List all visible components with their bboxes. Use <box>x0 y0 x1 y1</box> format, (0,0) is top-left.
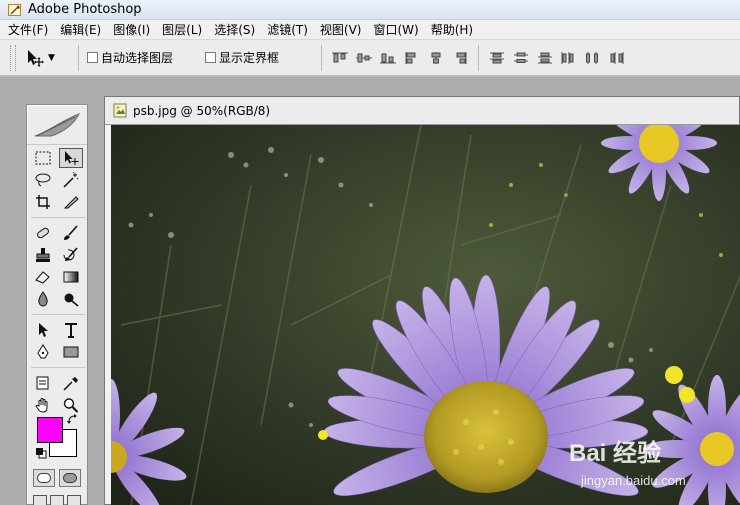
quick-mask-buttons <box>33 469 81 487</box>
rectangle-tool-icon[interactable] <box>59 342 83 362</box>
checkbox-box[interactable] <box>87 52 98 63</box>
tool-grid <box>27 145 87 415</box>
divider <box>31 311 85 315</box>
divider <box>321 44 323 71</box>
align-top-edges-icon[interactable] <box>330 49 350 67</box>
distribute-horizontal-centers-icon[interactable] <box>583 49 603 67</box>
menu-window[interactable]: 窗口(W) <box>373 21 418 38</box>
menu-file[interactable]: 文件(F) <box>8 21 48 38</box>
distribute-buttons <box>487 49 627 67</box>
document-title: psb.jpg @ 50%(RGB/8) <box>133 103 271 118</box>
feather-icon <box>34 112 81 136</box>
toolbox-feather-logo[interactable] <box>27 105 87 145</box>
align-bottom-edges-icon[interactable] <box>378 49 398 67</box>
show-bounding-box-checkbox[interactable]: 显示定界框 <box>205 49 279 66</box>
distribute-right-icon[interactable] <box>607 49 627 67</box>
align-vertical-centers-icon[interactable] <box>354 49 374 67</box>
align-left-edges-icon[interactable] <box>402 49 422 67</box>
clone-stamp-tool-icon[interactable] <box>31 245 55 265</box>
blur-tool-icon[interactable] <box>31 289 55 309</box>
history-brush-tool-icon[interactable] <box>59 245 83 265</box>
healing-brush-tool-icon[interactable] <box>31 223 55 243</box>
zoom-tool-icon[interactable] <box>59 395 83 415</box>
standard-screen-mode-icon[interactable] <box>33 495 47 505</box>
options-bar: ▼ 自动选择图层 显示定界框 <box>0 40 740 76</box>
marquee-tool-icon[interactable] <box>31 148 55 168</box>
pen-tool-icon[interactable] <box>31 342 55 362</box>
hand-tool-icon[interactable] <box>31 395 55 415</box>
foreground-color-swatch[interactable] <box>37 417 63 443</box>
type-tool-icon[interactable] <box>59 320 83 340</box>
image-document-icon <box>113 103 127 118</box>
move-tool-icon[interactable] <box>59 148 83 168</box>
menu-help[interactable]: 帮助(H) <box>431 21 473 38</box>
full-screen-mode-icon[interactable] <box>67 495 81 505</box>
toolbox <box>26 104 88 505</box>
eyedropper-tool-icon[interactable] <box>59 373 83 393</box>
slice-tool-icon[interactable] <box>59 192 83 212</box>
default-colors-icon[interactable] <box>35 447 47 459</box>
document-title-bar[interactable]: psb.jpg @ 50%(RGB/8) <box>105 97 739 125</box>
menu-filter[interactable]: 滤镜(T) <box>267 21 308 38</box>
eraser-tool-icon[interactable] <box>31 267 55 287</box>
title-bar: Adobe Photoshop <box>0 0 740 20</box>
chevron-down-icon: ▼ <box>48 52 55 63</box>
color-swatches <box>31 413 85 463</box>
align-horizontal-centers-icon[interactable] <box>426 49 446 67</box>
brush-tool-icon[interactable] <box>59 223 83 243</box>
auto-select-layer-checkbox[interactable]: 自动选择图层 <box>87 49 173 66</box>
screen-mode-buttons <box>33 495 81 505</box>
options-bar-grip[interactable] <box>10 44 16 71</box>
path-selection-tool-icon[interactable] <box>31 320 55 340</box>
document-window: psb.jpg @ 50%(RGB/8) Bai 经验 jingyan.baid… <box>104 96 740 505</box>
align-right-edges-icon[interactable] <box>450 49 470 67</box>
move-tool-icon <box>28 49 44 67</box>
menu-bar: 文件(F) 编辑(E) 图像(I) 图层(L) 选择(S) 滤镜(T) 视图(V… <box>0 20 740 40</box>
menu-image[interactable]: 图像(I) <box>113 21 150 38</box>
quick-mask-mode-icon[interactable] <box>59 469 81 487</box>
menu-layer[interactable]: 图层(L) <box>162 21 202 38</box>
gradient-tool-icon[interactable] <box>59 267 83 287</box>
distribute-left-icon[interactable] <box>559 49 579 67</box>
crop-tool-icon[interactable] <box>31 192 55 212</box>
divider <box>478 44 480 71</box>
show-bounding-box-label: 显示定界框 <box>219 51 280 65</box>
distribute-top-icon[interactable] <box>487 49 507 67</box>
watermark-brand: Bai 经验 <box>569 439 661 467</box>
divider <box>78 44 79 71</box>
distribute-vertical-centers-icon[interactable] <box>511 49 531 67</box>
divider <box>31 364 85 368</box>
magic-wand-tool-icon[interactable] <box>59 170 83 190</box>
standard-mode-icon[interactable] <box>33 469 55 487</box>
checkbox-box[interactable] <box>205 52 217 63</box>
dodge-tool-icon[interactable] <box>59 289 83 309</box>
menu-edit[interactable]: 编辑(E) <box>60 21 101 38</box>
align-buttons <box>330 49 470 67</box>
swap-colors-icon[interactable] <box>67 413 79 425</box>
flower-photo: Bai 经验 jingyan.baidu.com <box>111 125 740 505</box>
lasso-tool-icon[interactable] <box>31 170 55 190</box>
divider <box>31 214 85 218</box>
distribute-bottom-icon[interactable] <box>535 49 555 67</box>
tool-preset-picker[interactable]: ▼ <box>24 46 70 70</box>
notes-tool-icon[interactable] <box>31 373 55 393</box>
watermark-url: jingyan.baidu.com <box>580 473 686 488</box>
image-canvas[interactable]: Bai 经验 jingyan.baidu.com <box>111 125 740 505</box>
menu-view[interactable]: 视图(V) <box>320 21 362 38</box>
photoshop-feather-icon <box>8 3 21 16</box>
menu-select[interactable]: 选择(S) <box>214 21 255 38</box>
app-title: Adobe Photoshop <box>28 2 142 17</box>
auto-select-layer-label: 自动选择图层 <box>101 51 174 65</box>
full-screen-with-menu-icon[interactable] <box>50 495 64 505</box>
